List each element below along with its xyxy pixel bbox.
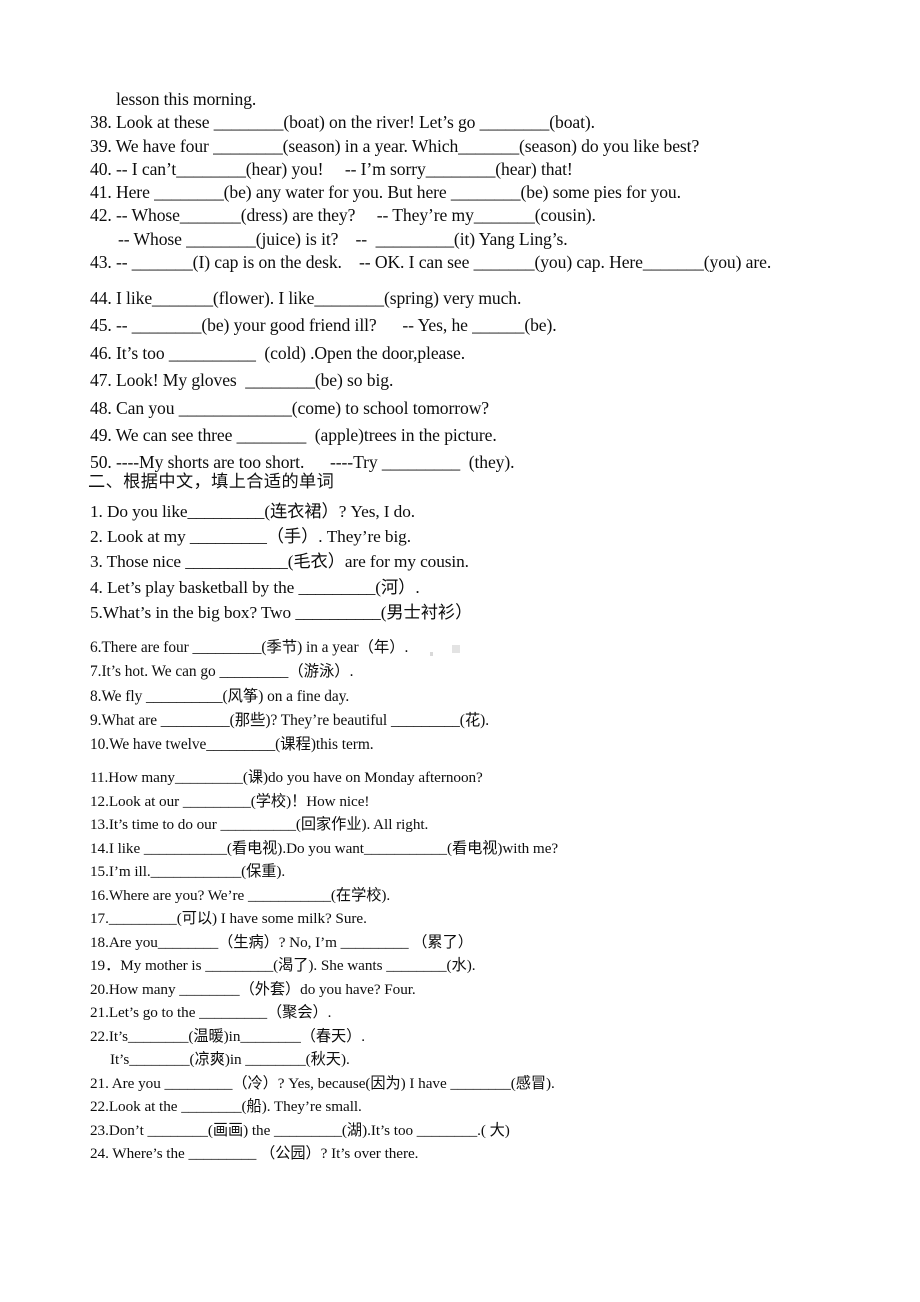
cn-item-2: 2. Look at my _________（手）. They’re big. xyxy=(90,527,411,547)
cn-item-21b: 21. Are you _________（冷）? Yes, because(因… xyxy=(90,1074,555,1092)
exercise-item-46: 46. It’s too __________ (cold) .Open the… xyxy=(90,342,466,363)
cn-item-13: 13.It’s time to do our __________(回家作业).… xyxy=(90,816,429,833)
cn-item-4: 4. Let’s play basketball by the ________… xyxy=(90,577,420,597)
cn-item-22a-continuation: It’s________(凉爽)in ________(秋天). xyxy=(110,1051,350,1068)
cn-item-10: 10.We have twelve_________(课程)this term. xyxy=(90,736,374,754)
exercise-item-41: 41. Here ________(be) any water for you.… xyxy=(90,182,681,203)
exercise-item-40: 40. -- I can’t________(hear) you! -- I’m… xyxy=(90,158,573,179)
scan-artifact-dot xyxy=(430,652,433,656)
cn-item-20: 20.How many ________（外套）do you have? Fou… xyxy=(90,980,416,998)
section-two-heading: 二、根据中文，填上合适的单词 xyxy=(88,472,335,491)
exercise-item-43: 43. -- _______(I) cap is on the desk. --… xyxy=(90,252,772,273)
section-two-small-block: 11.How many_________(课)do you have on Mo… xyxy=(90,766,900,1166)
exercise-item-48: 48. Can you _____________(come) to schoo… xyxy=(90,397,490,418)
exercise-item-45: 45. -- ________(be) your good friend ill… xyxy=(90,315,557,336)
cn-item-24: 24. Where’s the _________ （公园）? It’s ove… xyxy=(90,1145,419,1162)
cn-item-21a: 21.Let’s go to the _________（聚会）. xyxy=(90,1004,332,1021)
cn-item-1: 1. Do you like_________(连衣裙）? Yes, I do. xyxy=(90,502,415,521)
continued-line: lesson this morning. xyxy=(116,89,257,109)
cn-item-8: 8.We fly __________(风筝) on a fine day. xyxy=(90,687,350,705)
cn-item-3: 3. Those nice ____________(毛衣）are for my… xyxy=(90,552,469,572)
cn-item-11: 11.How many_________(课)do you have on Mo… xyxy=(90,769,483,786)
cn-item-14: 14.I like ___________(看电视).Do you want__… xyxy=(90,839,559,857)
cn-item-9: 9.What are _________(那些)? They’re beauti… xyxy=(90,711,490,729)
cn-item-15: 15.I’m ill.____________(保重). xyxy=(90,863,286,880)
exercise-item-47: 47. Look! My gloves ________(be) so big. xyxy=(90,370,394,391)
cn-item-18: 18.Are you________（生病）? No, I’m ________… xyxy=(90,933,473,951)
section-two-large-block: 1. Do you like_________(连衣裙）? Yes, I do.… xyxy=(90,499,900,625)
exercise-item-44: 44. I like_______(flower). I like_______… xyxy=(90,288,522,308)
exercise-item-42-continuation: -- Whose ________(juice) is it? -- _____… xyxy=(118,228,568,249)
cn-item-19: 19．My mother is _________(渴了). She wants… xyxy=(90,957,476,974)
exercise-item-49: 49. We can see three ________ (apple)tre… xyxy=(90,425,497,446)
cn-item-12: 12.Look at our _________(学校)！How nice! xyxy=(90,792,370,810)
section-two-medium-block: 6.There are four _________(季节) in a year… xyxy=(90,636,900,757)
document-page: lesson this morning. 38. Look at these _… xyxy=(0,0,920,1302)
exercise-item-38: 38. Look at these ________(boat) on the … xyxy=(90,112,595,133)
section-one-wide-block: 44. I like_______(flower). I like_______… xyxy=(90,285,890,477)
cn-item-22a: 22.It’s________(温暖)in________（春天）. xyxy=(90,1027,366,1045)
cn-item-5: 5.What’s in the big box? Two __________(… xyxy=(90,602,473,622)
cn-item-6: 6.There are four _________(季节) in a year… xyxy=(90,639,409,656)
exercise-item-39: 39. We have four ________(season) in a y… xyxy=(90,135,700,156)
cn-item-16: 16.Where are you? We’re ___________(在学校)… xyxy=(90,886,391,904)
exercise-item-42: 42. -- Whose_______(dress) are they? -- … xyxy=(90,205,596,226)
cn-item-22b: 22.Look at the ________(船). They’re smal… xyxy=(90,1098,362,1115)
cn-item-23: 23.Don’t ________(画画) the _________(湖).I… xyxy=(90,1121,510,1139)
section-one-continued-block: lesson this morning. 38. Look at these _… xyxy=(90,88,890,274)
cn-item-7: 7.It’s hot. We can go _________（游泳）. xyxy=(90,663,354,681)
cn-item-17: 17._________(可以) I have some milk? Sure. xyxy=(90,910,367,927)
scan-artifact-mark xyxy=(452,645,460,653)
